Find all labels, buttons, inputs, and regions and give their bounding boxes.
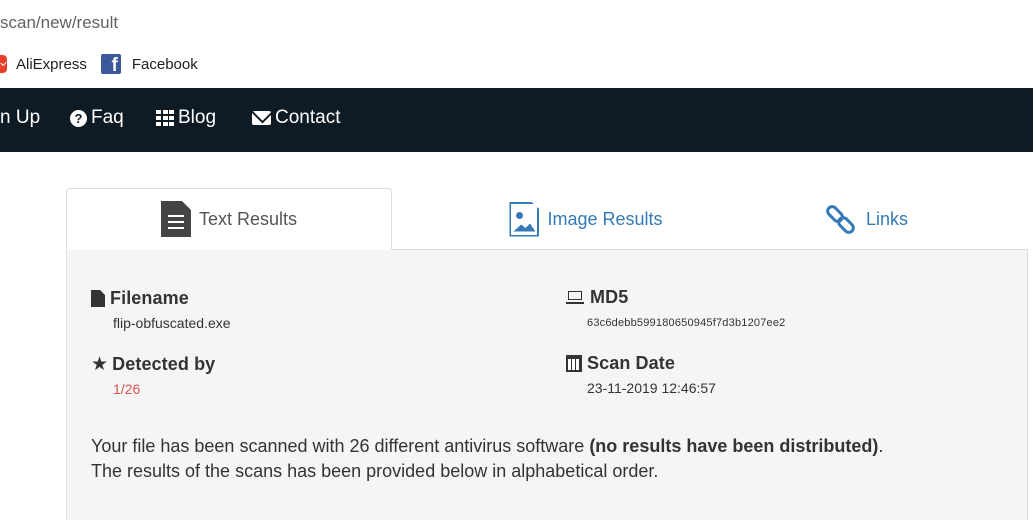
nav-contact[interactable]: Contact [252,107,340,129]
bookmark-label: AliExpress [16,55,87,73]
md5-value: 63c6debb599180650945f7d3b1207ee2 [587,317,786,329]
nav-faq-label: Faq [91,107,124,128]
question-circle-icon: ? [70,109,87,127]
link-icon [823,202,858,237]
tab-text-results-label: Text Results [198,208,298,229]
tab-image-results[interactable]: Image Results [456,188,716,250]
nav-signup-label: n Up [0,107,41,128]
facebook-icon: f [100,54,121,74]
bookmarks-bar: AliExpress f Facebook [0,52,212,76]
md5-label: MD5 [590,287,629,307]
aliexpress-icon [0,55,7,73]
filename-field: Filename flip-obfuscated.exe [91,288,231,331]
tab-links[interactable]: Links [766,188,966,250]
scan-date-value: 23-11-2019 12:46:57 [587,380,716,396]
tab-links-label: Links [865,208,909,229]
detected-value: 1/26 [113,381,141,397]
nav-contact-label: Contact [275,107,341,128]
scan-date-field: Scan Date 23-11-2019 12:46:57 [566,353,716,396]
results-tabs: Text Results Image Results Links [66,188,1028,250]
summary-bold: (no results have been distributed) [589,436,879,456]
md5-field: MD5 63c6debb599180650945f7d3b1207ee2 [566,287,786,329]
star-icon: ★ [91,354,109,375]
envelope-icon [252,111,271,125]
laptop-icon [566,291,584,304]
file-image-icon [509,201,540,237]
grid-icon [156,110,174,126]
filename-value: flip-obfuscated.exe [113,315,231,331]
bookmark-aliexpress[interactable]: AliExpress [0,55,87,73]
calendar-icon [566,355,582,372]
bookmark-facebook[interactable]: f Facebook [100,54,198,74]
nav-blog-label: Blog [178,107,217,128]
scan-date-label: Scan Date [587,353,675,373]
detected-label: Detected by [112,354,216,374]
filename-label: Filename [110,288,189,308]
browser-chrome: scan/new/result AliExpress f Facebook [0,0,1033,88]
summary-period: . [878,436,884,456]
tab-image-results-label: Image Results [547,208,663,229]
top-navbar: n Up ? Faq Blog Contact [0,88,1033,152]
nav-faq[interactable]: ? Faq [70,107,124,129]
detected-field: ★ Detected by 1/26 [91,354,215,397]
tab-text-results[interactable]: Text Results [66,188,392,250]
address-bar[interactable]: scan/new/result [0,13,118,33]
nav-blog[interactable]: Blog [156,107,216,129]
scan-result-panel: Filename flip-obfuscated.exe MD5 63c6deb… [66,250,1028,520]
file-text-icon [160,201,191,237]
summary-text: Your file has been scanned with 26 diffe… [91,436,590,456]
summary-line2: The results of the scans has been provid… [91,461,659,481]
file-icon [91,290,105,307]
bookmark-label: Facebook [131,55,198,73]
nav-signup[interactable]: n Up [0,107,40,129]
scan-summary: Your file has been scanned with 26 diffe… [91,434,883,484]
